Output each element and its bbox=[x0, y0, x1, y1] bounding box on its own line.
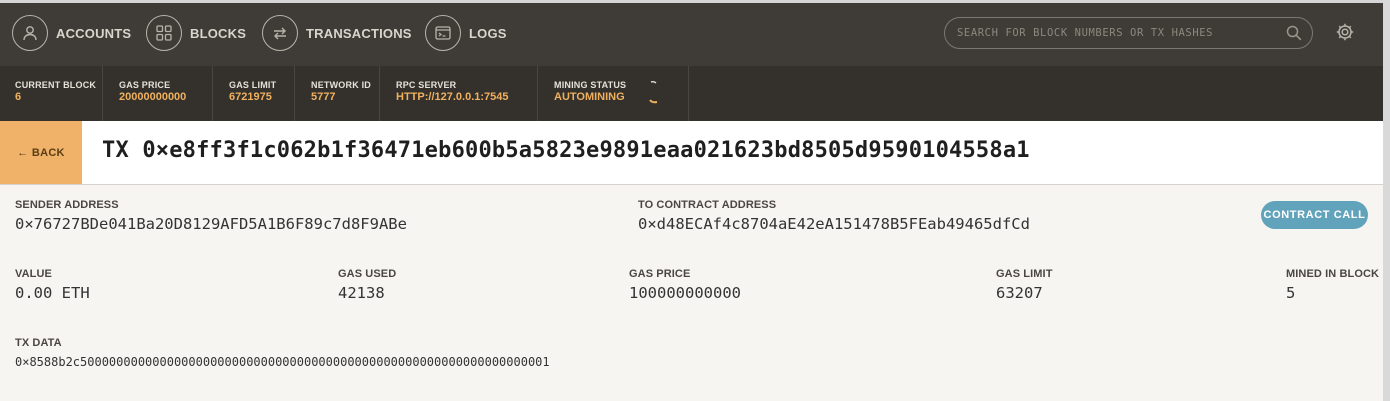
field-value: 5 bbox=[1286, 284, 1296, 302]
gas-limit-field: GAS LIMIT 63207 bbox=[996, 268, 1053, 302]
stat-current-block: CURRENT BLOCK 6 bbox=[0, 66, 103, 121]
status-bar: CURRENT BLOCK 6 GAS PRICE 20000000000 GA… bbox=[0, 66, 1390, 121]
stat-network-id: NETWORK ID 5777 bbox=[295, 66, 380, 121]
field-label: GAS USED bbox=[338, 268, 397, 280]
scrollbar[interactable] bbox=[1383, 0, 1390, 401]
person-icon bbox=[12, 15, 48, 51]
mined-in-block-field: MINED IN BLOCK 5 bbox=[1286, 268, 1379, 302]
top-navigation: ACCOUNTS BLOCKS TRANSACTIONS LOGS bbox=[0, 0, 1390, 66]
back-button-label: ← BACK bbox=[17, 146, 65, 159]
tx-data-field: TX DATA 0×8588b2c50000000000000000000000… bbox=[15, 337, 550, 369]
nav-blocks[interactable]: BLOCKS bbox=[146, 13, 246, 53]
stat-label: NETWORK ID bbox=[311, 80, 371, 90]
grid-icon bbox=[146, 15, 182, 51]
sender-address: SENDER ADDRESS 0×76727BDe041Ba20D8129AFD… bbox=[15, 199, 407, 233]
badge-label: CONTRACT CALL bbox=[1263, 209, 1366, 221]
stat-rpc-server: RPC SERVER HTTP://127.0.0.1:7545 bbox=[380, 66, 538, 121]
nav-transactions-label: TRANSACTIONS bbox=[306, 25, 412, 41]
to-contract-address: TO CONTRACT ADDRESS 0×d48ECAf4c8704aE42e… bbox=[638, 199, 1030, 233]
stat-value: 5777 bbox=[311, 91, 336, 103]
stat-gas-price: GAS PRICE 20000000000 bbox=[103, 66, 213, 121]
field-label: VALUE bbox=[15, 268, 52, 280]
swap-arrows-icon bbox=[262, 15, 298, 51]
search-input[interactable] bbox=[957, 24, 1277, 42]
search-box bbox=[944, 17, 1313, 49]
stat-label: GAS LIMIT bbox=[229, 80, 277, 90]
stat-gas-limit: GAS LIMIT 6721975 bbox=[213, 66, 295, 121]
field-value: 0.00 ETH bbox=[15, 284, 90, 302]
field-value: 0×d48ECAf4c8704aE42eA151478B5FEab49465df… bbox=[638, 215, 1030, 233]
field-label: MINED IN BLOCK bbox=[1286, 268, 1380, 280]
value-field: VALUE 0.00 ETH bbox=[15, 268, 90, 302]
back-button[interactable]: ← BACK bbox=[0, 121, 82, 184]
stat-label: GAS PRICE bbox=[119, 80, 171, 90]
nav-accounts[interactable]: ACCOUNTS bbox=[12, 13, 131, 53]
field-label: TO CONTRACT ADDRESS bbox=[638, 199, 777, 211]
stat-mining-status: MINING STATUS AUTOMINING bbox=[538, 66, 689, 121]
mining-spinner-icon bbox=[649, 80, 658, 104]
field-label: GAS LIMIT bbox=[996, 268, 1053, 280]
field-value: 100000000000 bbox=[629, 284, 741, 302]
page-title: TX 0×e8ff3f1c062b1f36471eb600b5a5823e989… bbox=[102, 138, 1030, 163]
nav-transactions[interactable]: TRANSACTIONS bbox=[262, 13, 412, 53]
field-label: SENDER ADDRESS bbox=[15, 199, 119, 211]
terminal-icon bbox=[425, 15, 461, 51]
stat-value: 20000000000 bbox=[119, 91, 187, 103]
gas-used-field: GAS USED 42138 bbox=[338, 268, 396, 302]
field-label: GAS PRICE bbox=[629, 268, 691, 280]
field-label: TX DATA bbox=[15, 337, 62, 349]
nav-logs[interactable]: LOGS bbox=[425, 13, 507, 53]
contract-call-badge: CONTRACT CALL bbox=[1261, 201, 1368, 229]
nav-accounts-label: ACCOUNTS bbox=[56, 25, 132, 41]
window-frame bbox=[0, 0, 1390, 3]
stat-label: MINING STATUS bbox=[554, 80, 627, 90]
field-value: 63207 bbox=[996, 284, 1043, 302]
stat-value: 6721975 bbox=[229, 91, 272, 103]
field-value: 0×8588b2c5000000000000000000000000000000… bbox=[15, 355, 550, 369]
gas-price-field: GAS PRICE 100000000000 bbox=[629, 268, 741, 302]
search-icon[interactable] bbox=[1286, 25, 1302, 41]
transaction-header: ← BACK TX 0×e8ff3f1c062b1f36471eb600b5a5… bbox=[0, 121, 1390, 185]
stat-label: RPC SERVER bbox=[396, 80, 457, 90]
stat-value: HTTP://127.0.0.1:7545 bbox=[396, 91, 509, 103]
nav-blocks-label: BLOCKS bbox=[190, 25, 247, 41]
stat-value: AUTOMINING bbox=[554, 91, 625, 103]
gear-icon[interactable] bbox=[1335, 22, 1355, 42]
stat-value: 6 bbox=[15, 91, 22, 103]
field-value: 0×76727BDe041Ba20D8129AFD5A1B6F89c7d8F9A… bbox=[15, 215, 407, 233]
nav-logs-label: LOGS bbox=[469, 25, 507, 41]
stat-label: CURRENT BLOCK bbox=[15, 80, 97, 90]
field-value: 42138 bbox=[338, 284, 385, 302]
